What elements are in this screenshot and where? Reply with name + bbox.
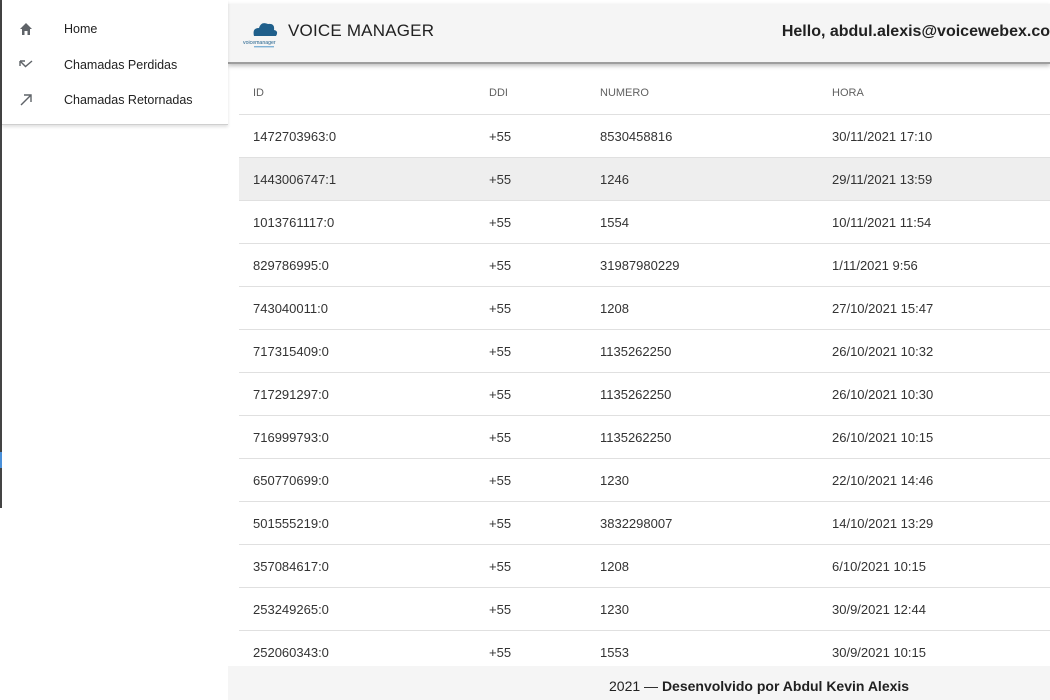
cell-ddi: +55 — [475, 200, 586, 244]
cell-hora: 22/10/2021 14:46 — [818, 458, 1050, 502]
cell-id: 650770699:0 — [239, 458, 475, 502]
cell-id: 829786995:0 — [239, 243, 475, 287]
cell-numero: 1230 — [586, 458, 818, 502]
cell-hora: 30/11/2021 17:10 — [818, 114, 1050, 158]
column-header-numero[interactable]: NUMERO — [586, 72, 818, 115]
table-row[interactable]: 743040011:0 +55 1208 27/10/2021 15:47 — [239, 286, 1050, 330]
cell-numero: 1554 — [586, 200, 818, 244]
home-icon — [16, 19, 36, 39]
cell-ddi: +55 — [475, 458, 586, 502]
cell-numero: 1135262250 — [586, 415, 818, 459]
table-row[interactable]: 1443006747:1 +55 1246 29/11/2021 13:59 — [239, 157, 1050, 201]
call-made-icon — [16, 90, 36, 110]
cell-hora: 10/11/2021 11:54 — [818, 200, 1050, 244]
column-header-id[interactable]: ID — [239, 72, 475, 115]
cell-ddi: +55 — [475, 114, 586, 158]
sidebar-item-chamadas-retornadas[interactable]: Chamadas Retornadas — [2, 83, 228, 117]
cell-ddi: +55 — [475, 544, 586, 588]
page-footer: 2021 — Desenvolvido por Abdul Kevin Alex… — [228, 666, 1050, 700]
cell-numero: 3832298007 — [586, 501, 818, 545]
call-missed-icon — [16, 55, 36, 75]
table-row[interactable]: 829786995:0 +55 31987980229 1/11/2021 9:56 — [239, 243, 1050, 287]
user-greeting: Hello, abdul.alexis@voicewebex.co — [781, 23, 1050, 40]
sidebar-nav: Home Chamadas Perdidas Chamadas Retornad… — [2, 0, 228, 125]
sidebar-item-home[interactable]: Home — [2, 12, 228, 46]
cell-id: 1013761117:0 — [239, 200, 475, 244]
cell-id: 716999793:0 — [239, 415, 475, 459]
cell-hora: 14/10/2021 13:29 — [818, 501, 1050, 545]
cell-ddi: +55 — [475, 157, 586, 201]
calls-table-container: ID DDI NUMERO HORA 1472703963:0 +55 853045… — [239, 72, 1050, 674]
sidebar-item-label: Chamadas Perdidas — [64, 58, 178, 72]
app-header: voicemanager VOICE MANAGER Hello, abdul.… — [228, 4, 1050, 64]
table-row[interactable]: 501555219:0 +55 3832298007 14/10/2021 13:29 — [239, 501, 1050, 545]
footer-year: 2021 — [609, 678, 641, 694]
cell-ddi: +55 — [475, 243, 586, 287]
column-header-hora[interactable]: HORA — [818, 72, 1050, 115]
sidebar-item-chamadas-perdidas[interactable]: Chamadas Perdidas — [2, 48, 228, 82]
footer-credit: Desenvolvido por Abdul Kevin Alexis — [661, 678, 910, 694]
sidebar-item-label: Chamadas Retornadas — [64, 93, 193, 107]
table-row[interactable]: 1013761117:0 +55 1554 10/11/2021 11:54 — [239, 200, 1050, 244]
cell-ddi: +55 — [475, 286, 586, 330]
table-row[interactable]: 1472703963:0 +55 8530458816 30/11/2021 17:1… — [239, 114, 1050, 158]
cell-id: 717291297:0 — [239, 372, 475, 416]
window-edge-accent — [0, 452, 2, 468]
cell-ddi: +55 — [475, 372, 586, 416]
cell-id: 501555219:0 — [239, 501, 475, 545]
cell-numero: 1135262250 — [586, 329, 818, 373]
voicemanager-logo[interactable]: voicemanager — [242, 16, 286, 50]
cell-numero: 31987980229 — [586, 243, 818, 287]
cell-ddi: +55 — [475, 501, 586, 545]
cell-hora: 29/11/2021 13:59 — [818, 157, 1050, 201]
cell-numero: 1246 — [586, 157, 818, 201]
svg-text:voicemanager: voicemanager — [243, 40, 276, 46]
cell-numero: 8530458816 — [586, 114, 818, 158]
footer-dash: — — [644, 678, 659, 694]
cell-id: 1472703963:0 — [239, 114, 475, 158]
cell-ddi: +55 — [475, 329, 586, 373]
calls-table: ID DDI NUMERO HORA 1472703963:0 +55 853045… — [239, 72, 1050, 674]
cell-numero: 1230 — [586, 587, 818, 631]
cell-id: 717315409:0 — [239, 329, 475, 373]
cell-numero: 1208 — [586, 286, 818, 330]
cell-hora: 6/10/2021 10:15 — [818, 544, 1050, 588]
table-row[interactable]: 717291297:0 +55 1135262250 26/10/2021 10:30 — [239, 372, 1050, 416]
cell-hora: 27/10/2021 15:47 — [818, 286, 1050, 330]
cell-id: 357084617:0 — [239, 544, 475, 588]
cell-ddi: +55 — [475, 587, 586, 631]
table-header-row: ID DDI NUMERO HORA — [239, 72, 1050, 115]
cell-ddi: +55 — [475, 415, 586, 459]
table-row[interactable]: 650770699:0 +55 1230 22/10/2021 14:46 — [239, 458, 1050, 502]
cell-numero: 1208 — [586, 544, 818, 588]
cell-hora: 1/11/2021 9:56 — [818, 243, 1050, 287]
table-row[interactable]: 717315409:0 +55 1135262250 26/10/2021 10:32 — [239, 329, 1050, 373]
column-header-ddi[interactable]: DDI — [475, 72, 586, 115]
cell-hora: 30/9/2021 12:44 — [818, 587, 1050, 631]
app-title: VOICE MANAGER — [288, 21, 435, 40]
table-row[interactable]: 253249265:0 +55 1230 30/9/2021 12:44 — [239, 587, 1050, 631]
table-row[interactable]: 357084617:0 +55 1208 6/10/2021 10:15 — [239, 544, 1050, 588]
table-row[interactable]: 716999793:0 +55 1135262250 26/10/2021 10:15 — [239, 415, 1050, 459]
cell-id: 1443006747:1 — [239, 157, 475, 201]
cell-numero: 1135262250 — [586, 372, 818, 416]
cell-hora: 26/10/2021 10:32 — [818, 329, 1050, 373]
cell-id: 253249265:0 — [239, 587, 475, 631]
cell-hora: 26/10/2021 10:30 — [818, 372, 1050, 416]
cell-hora: 26/10/2021 10:15 — [818, 415, 1050, 459]
sidebar-item-label: Home — [64, 22, 98, 36]
cell-id: 743040011:0 — [239, 286, 475, 330]
